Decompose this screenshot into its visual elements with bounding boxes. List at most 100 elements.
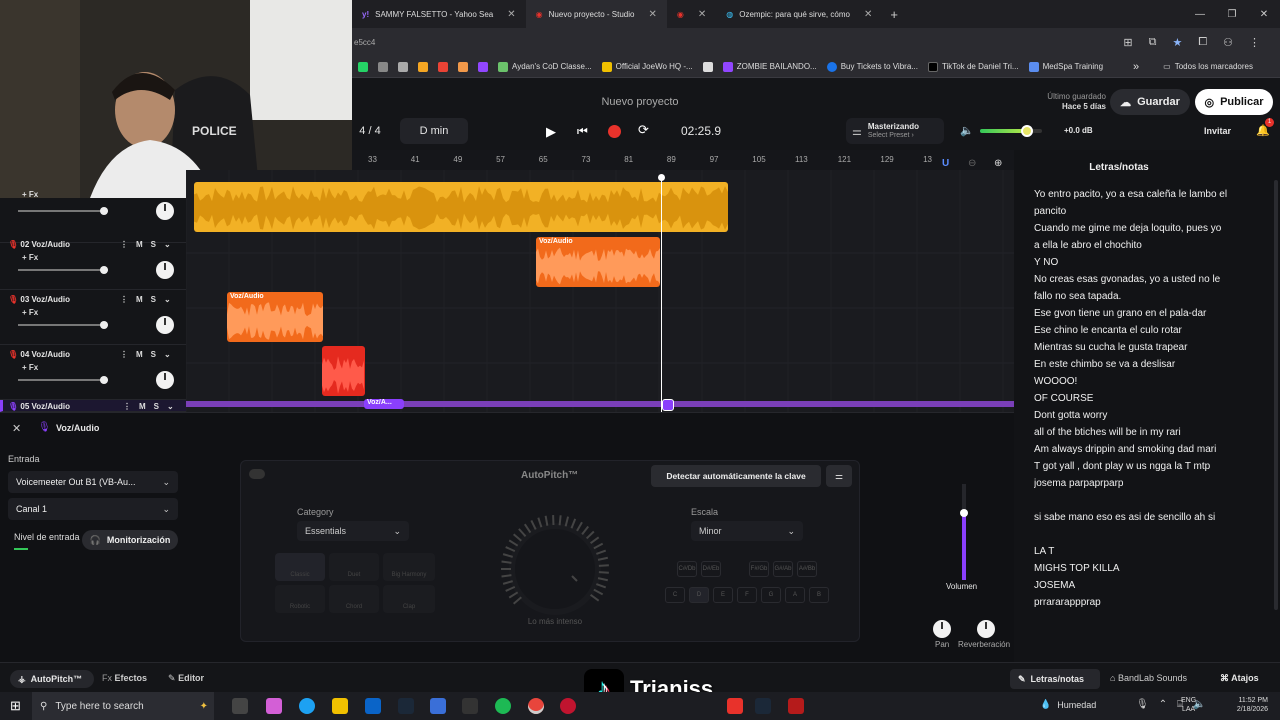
magnet-icon[interactable]: U	[942, 158, 949, 169]
preset-robotic[interactable]: Robotic	[275, 585, 325, 613]
track-name[interactable]: 05 Voz/Audio	[20, 402, 70, 411]
solo-button[interactable]: S	[151, 295, 156, 304]
track-volume-slider[interactable]	[18, 266, 108, 274]
sharp-note-key[interactable]: C#/Db	[677, 561, 697, 577]
zoom-out-icon[interactable]: ⊖	[968, 158, 976, 169]
bookmark-icon[interactable]	[378, 61, 388, 72]
loop-button[interactable]: ⟳	[638, 122, 649, 138]
tab-shortcuts[interactable]: ⌘ Atajos	[1220, 673, 1259, 684]
bookmark-star-icon[interactable]: ★	[1172, 36, 1182, 49]
track-fx-button[interactable]: + Fx	[22, 190, 38, 199]
channel-select[interactable]: Canal 1 ⌄	[8, 498, 178, 520]
whatsapp-icon[interactable]	[358, 61, 368, 72]
extensions-icon[interactable]: ⧠	[1198, 36, 1207, 49]
close-panel-icon[interactable]: ✕	[12, 422, 21, 435]
cast-icon[interactable]: ⧉	[1149, 36, 1157, 49]
note-key[interactable]: D	[689, 587, 709, 603]
new-tab-button[interactable]: +	[882, 7, 906, 22]
sharp-note-key[interactable]: D#/Eb	[701, 561, 721, 577]
tab-autopitch[interactable]: ⚶ AutoPitch™	[10, 670, 94, 688]
bookmark-item[interactable]: TikTok de Daniel Tri...	[927, 61, 1019, 72]
pan-knob[interactable]	[933, 620, 951, 638]
reverb-knob[interactable]	[977, 620, 995, 638]
mute-button[interactable]: M	[136, 240, 143, 249]
pan-knob[interactable]	[156, 261, 174, 279]
monitor-button[interactable]: 🎧 Monitorización	[82, 530, 178, 550]
solo-button[interactable]: S	[151, 240, 156, 249]
mute-button[interactable]: M	[139, 402, 146, 411]
track-fx-button[interactable]: + Fx	[22, 253, 38, 262]
input-device-select[interactable]: Voicemeeter Out B1 (VB-Au... ⌄	[8, 471, 178, 493]
track-menu-icon[interactable]: ⋮	[120, 295, 128, 304]
menu-icon[interactable]: ⋮	[1249, 36, 1260, 49]
copilot-icon[interactable]	[266, 698, 282, 714]
project-title[interactable]: Nuevo proyecto	[540, 96, 740, 108]
time-signature[interactable]: 4 / 4	[352, 118, 388, 144]
sharp-note-key[interactable]: A#/Bb	[797, 561, 817, 577]
tab-editor[interactable]: ✎ Editor	[168, 673, 204, 684]
steam-icon[interactable]	[398, 698, 414, 714]
bookmark-item[interactable]: Buy Tickets to Vibra...	[826, 61, 918, 72]
more-bookmarks-button[interactable]: »	[1133, 61, 1139, 73]
audio-clip-track1[interactable]	[194, 182, 728, 232]
bookmark-item[interactable]: Official JoeWo HQ -...	[601, 61, 693, 72]
minimize-icon[interactable]: —	[1184, 9, 1216, 20]
profile-icon[interactable]: ⚇	[1223, 36, 1233, 49]
gmail-icon[interactable]	[438, 61, 448, 72]
chevron-down-icon[interactable]: ⌄	[164, 350, 171, 359]
spotify-icon[interactable]	[495, 698, 511, 714]
track-menu-icon[interactable]: ⋮	[120, 240, 128, 249]
track-header-3[interactable]: 🎙 03 Voz/Audio ⋮ M S ⌄ + Fx	[0, 290, 186, 345]
outlook-icon[interactable]	[365, 698, 381, 714]
settings-sliders-icon[interactable]: ⚌	[826, 465, 852, 487]
file-explorer-icon[interactable]	[332, 698, 348, 714]
playhead[interactable]	[661, 178, 662, 412]
pan-knob[interactable]	[156, 202, 174, 220]
note-key[interactable]: G	[761, 587, 781, 603]
chevron-down-icon[interactable]: ⌄	[167, 402, 174, 411]
store-icon[interactable]	[430, 698, 446, 714]
audio-clip-track4[interactable]	[322, 346, 365, 396]
edge-icon[interactable]	[299, 698, 315, 714]
record-button[interactable]	[608, 125, 621, 138]
app-icon[interactable]	[462, 698, 478, 714]
tab-bandlab-sounds[interactable]: ⌂ BandLab Sounds	[1110, 673, 1187, 683]
master-volume-slider[interactable]	[980, 125, 1042, 137]
track-name[interactable]: 02 Voz/Audio	[20, 240, 70, 249]
clock[interactable]: 11:52 PM 2/18/2026	[1228, 696, 1268, 714]
note-key[interactable]: A	[785, 587, 805, 603]
track-volume-slider[interactable]	[18, 321, 108, 329]
bookmark-icon[interactable]	[418, 61, 428, 72]
tab-lyrics[interactable]: ✎ Letras/notas	[1010, 669, 1100, 689]
twitch-icon[interactable]	[478, 61, 488, 72]
track-fx-button[interactable]: + Fx	[22, 363, 38, 372]
bookmark-item[interactable]: Aydan's CoD Classe...	[498, 61, 592, 72]
preset-chord[interactable]: Chord	[329, 585, 379, 613]
mute-button[interactable]: M	[136, 350, 143, 359]
volume-fader-thumb[interactable]	[960, 509, 968, 517]
preset-clap[interactable]: Clap	[383, 585, 435, 613]
weather-widget[interactable]: 💧 Humedad	[1040, 699, 1096, 710]
timeline-ruler[interactable]: 33 41 49 57 65 73 81 89 97 105 113 121 129 13	[352, 150, 1014, 170]
note-key[interactable]: E	[713, 587, 733, 603]
note-key[interactable]: C	[665, 587, 685, 603]
bookmark-item[interactable]: MedSpa Training	[1028, 61, 1103, 72]
intensity-knob[interactable]	[497, 511, 613, 627]
sharp-note-key[interactable]: G#/Ab	[773, 561, 793, 577]
lyrics-text[interactable]: Yo entro pacito, yo a esa caleña le lamb…	[1034, 186, 1266, 611]
address-bar[interactable]: e5cc4 ⊞ ⧉ ★ ⧠ ⚇ ⋮	[352, 28, 1280, 56]
app-icon[interactable]	[727, 698, 743, 714]
language-indicator[interactable]: ENG LAA	[1181, 696, 1196, 714]
track5-lane-strip[interactable]	[186, 401, 1014, 407]
chevron-up-icon[interactable]: ⌃	[1159, 699, 1167, 710]
lyrics-panel[interactable]: Letras/notas Yo entro pacito, yo a esa c…	[1014, 150, 1280, 662]
browser-tab[interactable]: y! SAMMY FALSETTO - Yahoo Sea ✕	[352, 0, 526, 28]
skip-back-button[interactable]: ⏮	[577, 124, 588, 139]
track-fx-button[interactable]: + Fx	[22, 308, 38, 317]
playhead-handle[interactable]	[658, 174, 665, 181]
close-window-icon[interactable]: ✕	[1248, 9, 1280, 20]
windows-start-icon[interactable]: ⊞	[10, 698, 21, 714]
scale-select[interactable]: Minor ⌄	[691, 521, 803, 541]
play-button[interactable]: ▶	[546, 124, 556, 140]
save-button[interactable]: ☁ Guardar	[1110, 89, 1190, 115]
